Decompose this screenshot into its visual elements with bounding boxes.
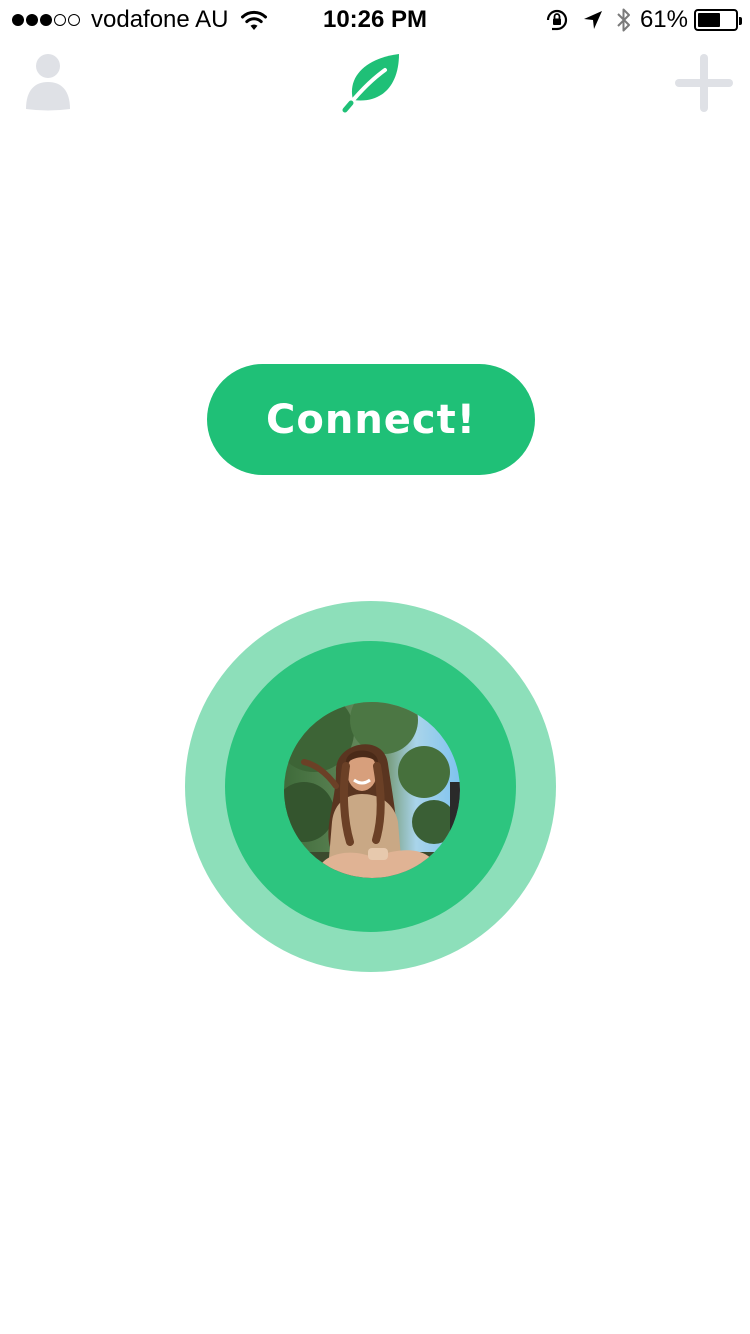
battery-icon [694,9,742,31]
connect-button[interactable]: Connect! [207,364,535,475]
location-arrow-icon [583,11,602,29]
screen: vodafone AU 10:26 PM 61% Connect! [0,0,750,1334]
orientation-lock-icon [546,9,568,31]
photo-image [284,702,460,878]
battery-fill [698,13,720,27]
battery-nub [739,17,742,25]
leaf-logo-icon [342,54,399,113]
battery-percent: 61% [639,6,688,33]
status-right: 61% [544,6,742,34]
user-avatar-photo[interactable] [284,702,460,878]
status-bar: vodafone AU 10:26 PM 61% [0,0,750,40]
plus-icon[interactable] [673,52,735,114]
profile-icon[interactable] [24,52,72,112]
bluetooth-icon [617,8,630,32]
